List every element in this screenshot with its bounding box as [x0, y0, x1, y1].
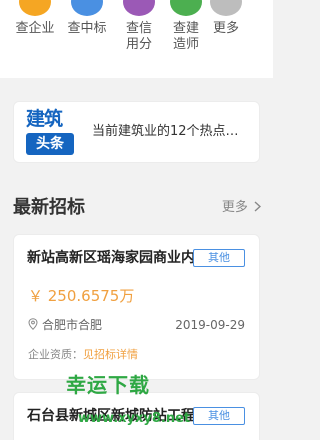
constructor-icon [170, 0, 202, 16]
nav-label: 查中标 [67, 21, 107, 36]
logo-bottom-text: 头条 [26, 133, 74, 155]
qualification-label: 企业资质： [28, 348, 83, 361]
bid-date: 2019-09-29 [175, 318, 245, 332]
winning-bid-icon [71, 0, 103, 16]
news-ticker[interactable]: 建筑 头条 当前建筑业的12个热点… [13, 101, 260, 163]
logo-top-text: 建筑 [26, 108, 63, 130]
credit-icon [123, 0, 155, 16]
bid-location: 合肥市合肥 [28, 317, 102, 333]
qualification-link[interactable]: 见招标详情 [83, 348, 138, 361]
nav-label: 更多 [212, 21, 239, 36]
more-label: 更多 [221, 200, 248, 215]
section-title: 最新招标 [13, 197, 85, 218]
chevron-right-icon [254, 201, 262, 212]
more-link[interactable]: 更多 [221, 199, 262, 217]
news-headline[interactable]: 当前建筑业的12个热点… [92, 122, 258, 142]
nav-label: 查信用分 [125, 21, 152, 52]
bid-type-badge: 其他 [193, 249, 245, 267]
company-icon [19, 0, 51, 16]
location-text: 合肥市合肥 [42, 318, 103, 332]
bid-card[interactable]: 新站高新区瑶海家园商业内... 其他 ￥ 250.6575万 合肥市合肥 201… [13, 234, 260, 380]
bid-qualification: 企业资质：见招标详情 [28, 347, 138, 363]
more-icon [210, 0, 242, 16]
location-pin-icon [28, 318, 38, 330]
news-logo: 建筑 头条 [26, 108, 78, 158]
bid-card[interactable]: 石台县新城区新城防站工程 其他 [13, 392, 260, 440]
bid-type-badge: 其他 [193, 407, 245, 425]
bid-amount: ￥ 250.6575万 [28, 287, 135, 305]
nav-label: 查企业 [15, 21, 55, 36]
quick-nav: 查企业 查中标 查信用分 查建造师 更多 [0, 0, 273, 78]
